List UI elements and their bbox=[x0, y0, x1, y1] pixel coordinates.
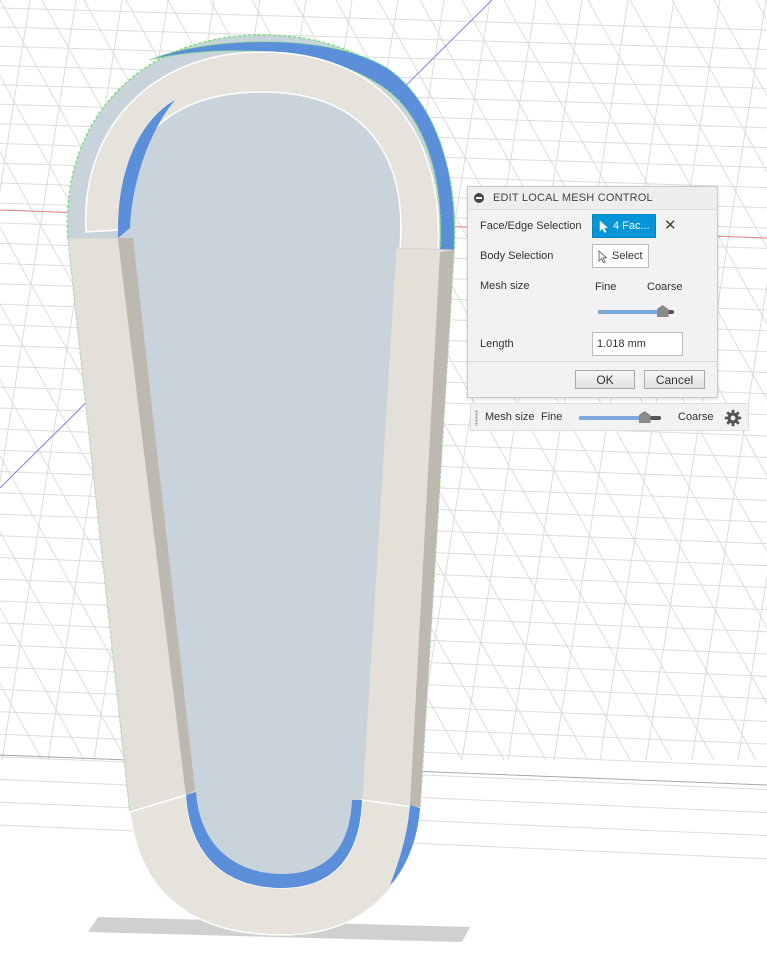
mesh-size-row: Mesh size bbox=[480, 280, 592, 292]
toolbar-slider-thumb[interactable] bbox=[638, 411, 651, 423]
panel-header: EDIT LOCAL MESH CONTROL bbox=[468, 187, 717, 210]
face-edge-label: Face/Edge Selection bbox=[480, 220, 582, 232]
fine-label: Fine bbox=[595, 281, 617, 293]
panel-footer: OK Cancel bbox=[468, 361, 717, 398]
edit-local-mesh-control-panel: EDIT LOCAL MESH CONTROL Face/Edge Select… bbox=[467, 186, 718, 398]
toolbar-mesh-size-label: Mesh size bbox=[485, 411, 535, 423]
mesh-size-slider[interactable] bbox=[598, 305, 674, 317]
mesh-size-label: Mesh size bbox=[480, 280, 530, 292]
toolbar-slider-fill bbox=[579, 416, 645, 420]
toolbar-fine-label: Fine bbox=[541, 411, 563, 423]
coarse-label: Coarse bbox=[647, 281, 683, 293]
collapse-icon[interactable] bbox=[474, 193, 484, 203]
cancel-button[interactable]: Cancel bbox=[644, 370, 705, 389]
body-selection-button[interactable]: Select bbox=[592, 244, 649, 268]
face-edge-row: Face/Edge Selection bbox=[480, 220, 592, 232]
body-selection-row: Body Selection bbox=[480, 250, 592, 262]
face-edge-selection-button[interactable]: 4 Fac... bbox=[592, 214, 656, 238]
mesh-size-toolbar: Mesh size Fine Coarse bbox=[470, 403, 749, 431]
panel-title: EDIT LOCAL MESH CONTROL bbox=[493, 192, 653, 204]
mesh-size-slider-fill bbox=[598, 310, 663, 314]
gear-icon[interactable] bbox=[724, 409, 742, 427]
drag-handle[interactable] bbox=[475, 410, 478, 426]
ok-button[interactable]: OK bbox=[575, 370, 635, 389]
length-label: Length bbox=[480, 338, 514, 350]
toolbar-mesh-size-slider[interactable] bbox=[579, 411, 661, 423]
mesh-size-slider-thumb[interactable] bbox=[656, 305, 669, 317]
length-input[interactable] bbox=[592, 332, 683, 356]
3d-viewport[interactable] bbox=[0, 0, 767, 957]
cursor-icon bbox=[599, 219, 609, 233]
close-icon[interactable]: ✕ bbox=[664, 217, 677, 235]
length-row: Length bbox=[480, 338, 592, 350]
toolbar-coarse-label: Coarse bbox=[678, 411, 714, 423]
viewport-canvas[interactable] bbox=[0, 0, 767, 957]
face-edge-value: 4 Fac... bbox=[613, 220, 650, 232]
body-selection-value: Select bbox=[612, 250, 643, 262]
cursor-icon bbox=[598, 249, 608, 263]
body-selection-label: Body Selection bbox=[480, 250, 554, 262]
loop-part[interactable] bbox=[66, 34, 456, 936]
